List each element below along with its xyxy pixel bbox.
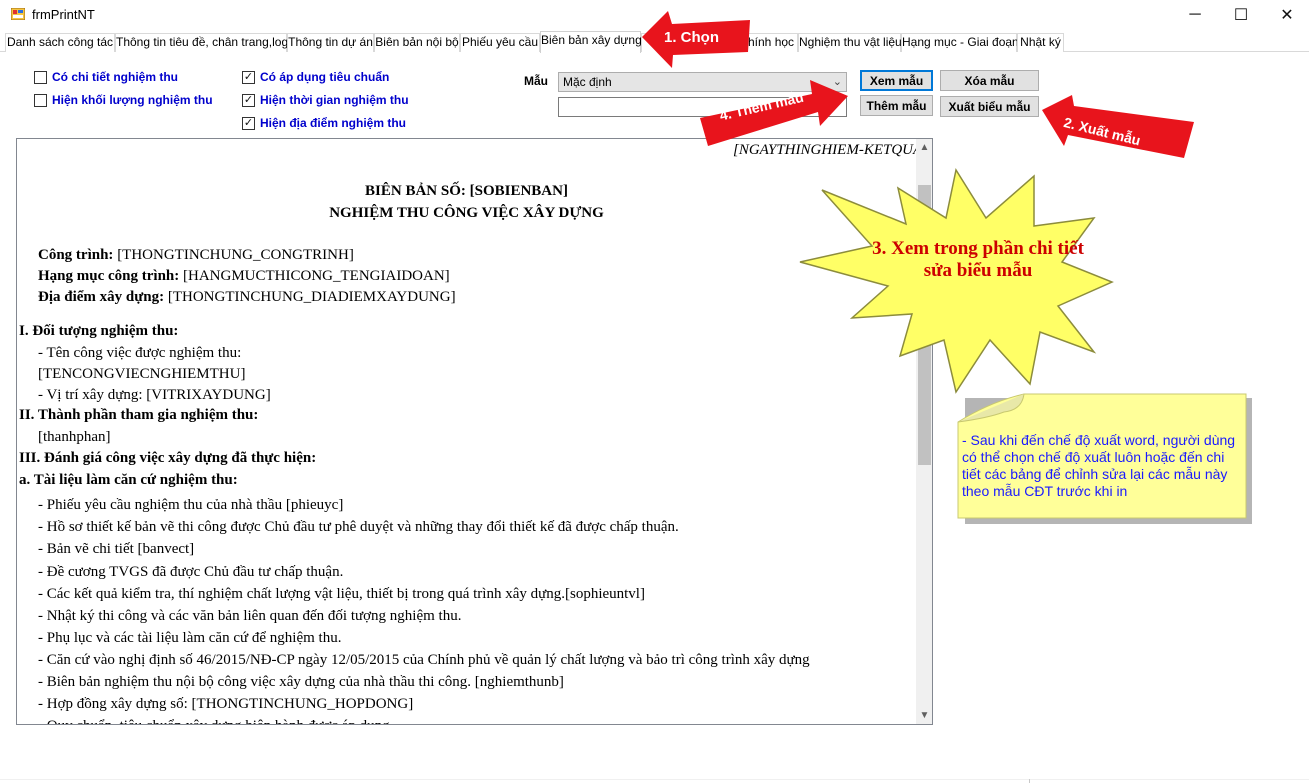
tab-bien-ban-xay-dung[interactable]: Biên bản xây dựng bbox=[540, 31, 642, 53]
doc-line: [thanhphan] bbox=[38, 429, 111, 445]
minimize-button[interactable]: ─ bbox=[1172, 0, 1218, 30]
checkbox-label: Có chi tiết nghiệm thu bbox=[52, 70, 178, 84]
doc-list-item: - Phụ lục và các tài liệu làm căn cứ để … bbox=[38, 630, 342, 646]
doc-dia-diem: Địa điểm xây dựng: [THONGTINCHUNG_DIADIE… bbox=[38, 288, 456, 306]
doc-field-label: Công trình: bbox=[38, 247, 114, 263]
annotation-step2: 2. Xuất mẫu bbox=[1062, 114, 1143, 149]
tab-phieu-yeu-cau[interactable]: Phiếu yêu cầu bbox=[460, 33, 540, 52]
chevron-down-icon[interactable]: ⌄ bbox=[833, 73, 842, 91]
doc-list-item: - Hồ sơ thiết kế bản vẽ thi công được Ch… bbox=[38, 519, 679, 535]
status-divider bbox=[1029, 779, 1030, 783]
scroll-down-icon[interactable]: ▼ bbox=[916, 707, 932, 724]
doc-field-value: [THONGTINCHUNG_CONGTRINH] bbox=[113, 247, 354, 263]
tab-chinh-hoc[interactable]: chính học bbox=[741, 33, 798, 52]
title-bar: frmPrintNT ─ ☐ ✕ bbox=[0, 0, 1309, 30]
tab-nghiem-thu-vat-lieu[interactable]: Nghiệm thu vật liệu bbox=[798, 33, 902, 52]
annotation-step3: 3. Xem trong phần chi tiết sửa biểu mẫu bbox=[872, 238, 1084, 281]
checkbox-box[interactable] bbox=[34, 93, 47, 107]
doc-section-heading: II. Thành phần tham gia nghiệm thu: bbox=[19, 407, 259, 423]
doc-list-item: - Hợp đồng xây dựng số: [THONGTINCHUNG_H… bbox=[38, 696, 414, 712]
doc-list-item: - Biên bản nghiệm thu nội bộ công việc x… bbox=[38, 674, 564, 690]
check-mark-icon[interactable]: ✓ bbox=[242, 116, 255, 130]
doc-field-value: [THONGTINCHUNG_DIADIEMXAYDUNG] bbox=[164, 289, 456, 305]
window-title: frmPrintNT bbox=[32, 7, 95, 22]
doc-section-heading: I. Đối tượng nghiệm thu: bbox=[19, 323, 179, 339]
doc-header-right: [NGAYTHINGHIEM-KETQUA] bbox=[732, 142, 928, 158]
doc-field-label: Hạng mục công trình: bbox=[38, 268, 180, 284]
doc-line: [TENCONGVIECNGHIEMTHU] bbox=[38, 366, 246, 382]
note-curl bbox=[957, 393, 1025, 423]
annotation-note: - Sau khi đến chế độ xuất word, người dù… bbox=[962, 432, 1236, 499]
doc-list-item: - Bản vẽ chi tiết [banvect] bbox=[38, 541, 195, 557]
doc-field-value: [HANGMUCTHICONG_TENGIAIDOAN] bbox=[179, 268, 450, 284]
doc-section-heading: III. Đánh giá công việc xây dựng đã thực… bbox=[19, 450, 317, 466]
doc-line: - Vị trí xây dựng: [VITRIXAYDUNG] bbox=[38, 387, 271, 403]
doc-subtitle: NGHIỆM THU CÔNG VIỆC XÂY DỰNG bbox=[329, 205, 604, 221]
vertical-scrollbar[interactable]: ▲ ▼ bbox=[916, 139, 932, 724]
doc-hang-muc: Hạng mục công trình: [HANGMUCTHICONG_TEN… bbox=[38, 267, 450, 285]
tab-strip: Danh sách công tác Thông tin tiêu đề, ch… bbox=[0, 31, 1309, 53]
doc-list-item: - Nhật ký thi công và các văn bản liên q… bbox=[38, 608, 462, 624]
template-selected-value: Mặc định bbox=[563, 75, 612, 89]
template-label: Mẫu bbox=[524, 74, 548, 88]
doc-list-item: - Đề cương TVGS đã được Chủ đầu tư chấp … bbox=[38, 564, 344, 580]
tab-bien-ban-noi-bo[interactable]: Biên bản nội bộ bbox=[374, 33, 460, 52]
doc-list-item: - Quy chuẩn, tiêu chuẩn xây dựng hiện hà… bbox=[38, 717, 393, 724]
scroll-up-icon[interactable]: ▲ bbox=[916, 139, 932, 156]
checkbox-label: Hiện khối lượng nghiệm thu bbox=[52, 93, 213, 107]
maximize-button[interactable]: ☐ bbox=[1218, 0, 1264, 30]
export-template-button[interactable]: Xuất biểu mẫu bbox=[940, 96, 1039, 117]
tab-nhat-ky[interactable]: Nhật ký bbox=[1017, 33, 1064, 52]
checkbox-hien-khoi-luong[interactable]: Hiện khối lượng nghiệm thu bbox=[34, 92, 213, 108]
tab-hang-muc-giai-doan[interactable]: Hạng mục - Giai đoạn bbox=[901, 33, 1019, 52]
tab-danh-sach-cong-tac[interactable]: Danh sách công tác bbox=[5, 33, 115, 52]
checkbox-label: Có áp dụng tiêu chuẩn bbox=[260, 70, 390, 84]
add-template-button[interactable]: Thêm mẫu bbox=[860, 95, 933, 116]
doc-subsection-heading: a. Tài liệu làm căn cứ nghiệm thu: bbox=[19, 472, 238, 488]
doc-field-label: Địa điểm xây dựng: bbox=[38, 289, 165, 305]
doc-list-item: - Các kết quả kiểm tra, thí nghiệm chất … bbox=[38, 586, 645, 602]
doc-list-item: - Căn cứ vào nghị định số 46/2015/NĐ-CP … bbox=[38, 652, 810, 668]
preview-template-button[interactable]: Xem mẫu bbox=[860, 70, 933, 91]
status-strip bbox=[0, 779, 1309, 780]
checkbox-co-chi-tiet[interactable]: Có chi tiết nghiệm thu bbox=[34, 69, 178, 85]
annotation-step1: 1. Chọn bbox=[664, 29, 719, 46]
checkbox-box[interactable] bbox=[34, 70, 47, 84]
checkbox-hien-dia-diem[interactable]: ✓ Hiện địa điểm nghiệm thu bbox=[242, 115, 406, 131]
doc-cong-trinh: Công trình: [THONGTINCHUNG_CONGTRINH] bbox=[38, 246, 354, 264]
checkbox-label: Hiện thời gian nghiệm thu bbox=[260, 93, 409, 107]
tab-thong-tin-tieu-de[interactable]: Thông tin tiêu đề, chân trang,logo bbox=[115, 33, 295, 52]
app-form-icon bbox=[11, 8, 25, 20]
doc-line: - Tên công việc được nghiệm thu: bbox=[38, 345, 242, 361]
delete-template-button[interactable]: Xóa mẫu bbox=[940, 70, 1039, 91]
document-content: [NGAYTHINGHIEM-KETQUA] BIÊN BẢN SỐ: [SOB… bbox=[17, 139, 928, 724]
close-button[interactable]: ✕ bbox=[1264, 0, 1309, 30]
checkbox-hien-thoi-gian[interactable]: ✓ Hiện thời gian nghiệm thu bbox=[242, 92, 409, 108]
annotation-step4: 4. Thêm mẫu bbox=[718, 88, 805, 124]
checkbox-label: Hiện địa điểm nghiệm thu bbox=[260, 116, 407, 130]
check-mark-icon[interactable]: ✓ bbox=[242, 93, 255, 107]
scroll-thumb[interactable] bbox=[918, 185, 931, 465]
template-dropdown[interactable]: Mặc định ⌄ bbox=[558, 72, 847, 92]
check-mark-icon[interactable]: ✓ bbox=[242, 70, 255, 84]
checkbox-ap-dung-tieu-chuan[interactable]: ✓ Có áp dụng tiêu chuẩn bbox=[242, 69, 389, 85]
document-preview[interactable]: [NGAYTHINGHIEM-KETQUA] BIÊN BẢN SỐ: [SOB… bbox=[16, 138, 933, 725]
tab-thong-tin-du-an[interactable]: Thông tin dự án bbox=[287, 33, 374, 52]
doc-list-item: - Phiếu yêu cầu nghiệm thu của nhà thầu … bbox=[38, 497, 344, 513]
doc-title: BIÊN BẢN SỐ: [SOBIENBAN] bbox=[365, 183, 568, 199]
